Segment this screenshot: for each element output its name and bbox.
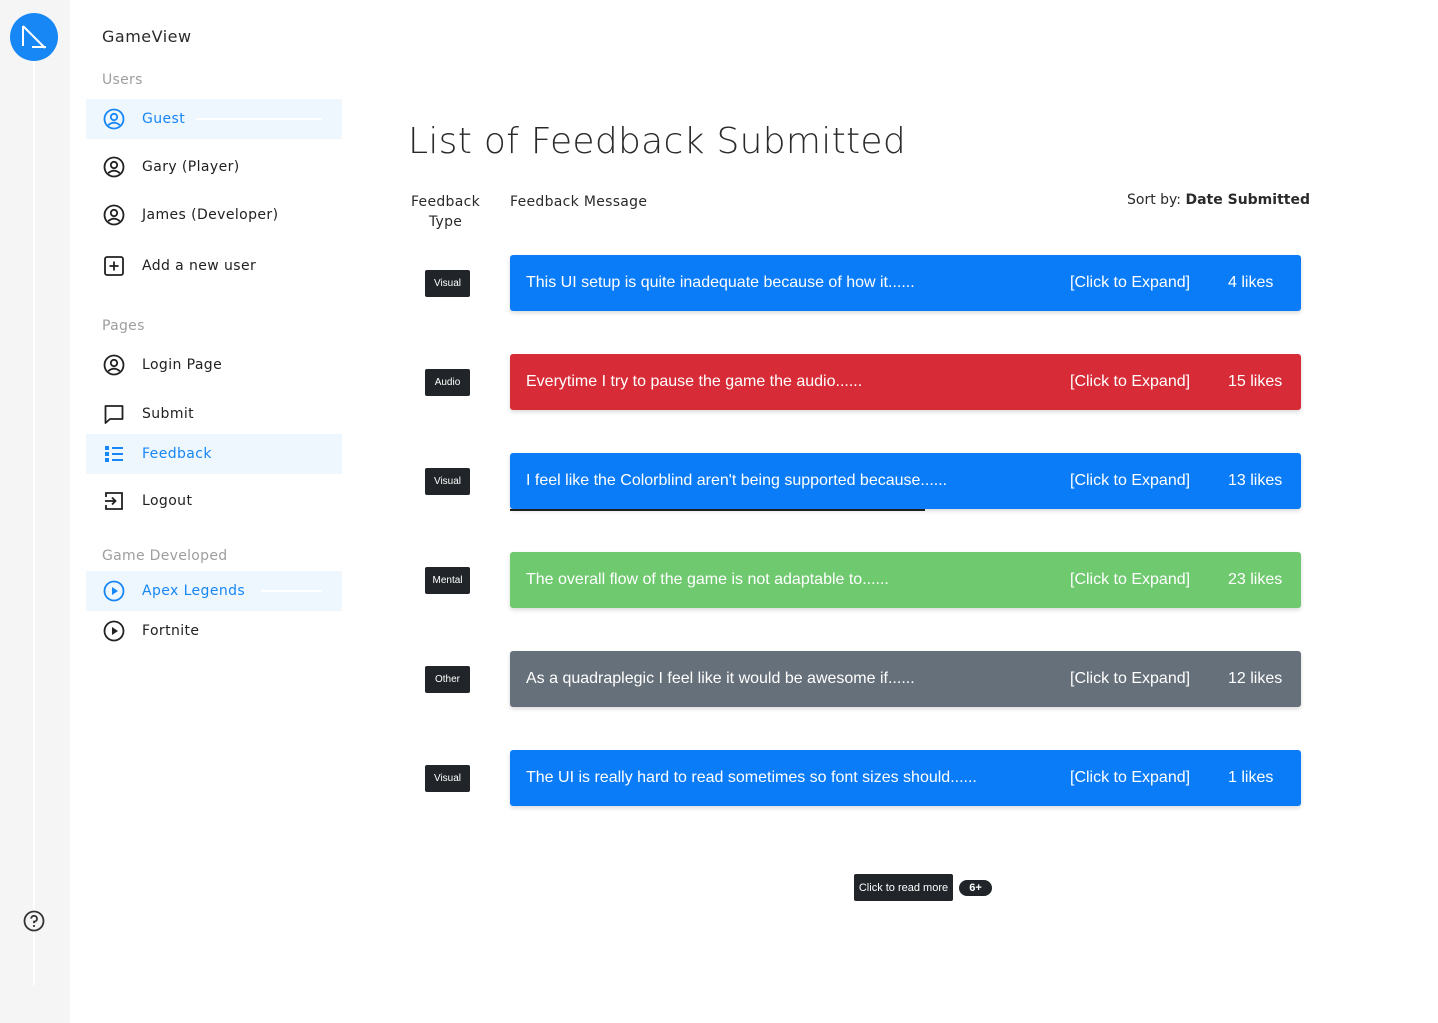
user-circle-icon bbox=[102, 203, 126, 227]
page-title: List of Feedback Submitted bbox=[408, 121, 907, 162]
feedback-card[interactable]: This UI setup is quite inadequate becaus… bbox=[510, 255, 1301, 311]
feedback-message: The overall flow of the game is not adap… bbox=[526, 571, 889, 588]
more-count-badge: 6+ bbox=[959, 880, 992, 896]
feedback-message: I feel like the Colorblind aren't being … bbox=[526, 472, 948, 489]
focus-underline bbox=[510, 509, 925, 511]
feedback-card[interactable]: I feel like the Colorblind aren't being … bbox=[510, 453, 1301, 509]
logout-button[interactable]: Logout bbox=[86, 481, 342, 521]
sidebar-item-gary[interactable]: Gary (Player) bbox=[86, 147, 342, 187]
likes-count: 23 likes bbox=[1228, 571, 1283, 588]
logout-icon bbox=[102, 489, 126, 513]
plus-square-icon bbox=[102, 254, 126, 278]
expand-link[interactable]: [Click to Expand] bbox=[1070, 274, 1190, 292]
expand-link[interactable]: [Click to Expand] bbox=[1070, 373, 1190, 391]
sidebar-item-feedback[interactable]: Feedback bbox=[86, 434, 342, 474]
expand-link[interactable]: [Click to Expand] bbox=[1070, 670, 1190, 688]
feedback-card[interactable]: The overall flow of the game is not adap… bbox=[510, 552, 1301, 608]
likes-count: 15 likes bbox=[1228, 373, 1283, 390]
sort-value: Date Submitted bbox=[1185, 192, 1310, 208]
sidebar-item-label: Login Page bbox=[142, 357, 223, 373]
active-indicator bbox=[196, 118, 322, 120]
sidebar-item-apex-legends[interactable]: Apex Legends bbox=[86, 571, 342, 611]
likes-count: 4 likes bbox=[1228, 274, 1274, 291]
chat-bubble-icon bbox=[102, 402, 126, 426]
feedback-type-badge: Audio bbox=[425, 369, 470, 396]
sidebar-item-label: Guest bbox=[142, 111, 186, 127]
sidebar-item-label: Feedback bbox=[142, 446, 212, 462]
app-rail bbox=[0, 0, 70, 1023]
sidebar-item-label: Fortnite bbox=[142, 623, 200, 639]
expand-link[interactable]: [Click to Expand] bbox=[1070, 769, 1190, 787]
sidebar-item-login[interactable]: Login Page bbox=[86, 345, 342, 385]
play-circle-icon bbox=[102, 579, 126, 603]
sidebar-item-james[interactable]: James (Developer) bbox=[86, 195, 342, 235]
active-indicator bbox=[261, 590, 322, 592]
sidebar: GameView Users Guest Gary (Player) James… bbox=[70, 0, 360, 1023]
expand-link[interactable]: [Click to Expand] bbox=[1070, 472, 1190, 490]
logo-icon[interactable] bbox=[10, 13, 58, 61]
feedback-card[interactable]: Everytime I try to pause the game the au… bbox=[510, 354, 1301, 410]
user-circle-icon bbox=[102, 107, 126, 131]
rail-divider bbox=[33, 60, 35, 985]
play-circle-icon bbox=[102, 619, 126, 643]
feedback-card[interactable]: As a quadraplegic I feel like it would b… bbox=[510, 651, 1301, 707]
likes-count: 12 likes bbox=[1228, 670, 1283, 687]
column-header-message: Feedback Message bbox=[510, 194, 648, 210]
feedback-type-badge: Other bbox=[425, 666, 470, 693]
sidebar-item-guest[interactable]: Guest bbox=[86, 99, 342, 139]
expand-link[interactable]: [Click to Expand] bbox=[1070, 571, 1190, 589]
user-circle-icon bbox=[102, 353, 126, 377]
sidebar-item-label: James (Developer) bbox=[142, 207, 279, 223]
feedback-message: This UI setup is quite inadequate becaus… bbox=[526, 274, 915, 291]
column-header-type: Feedback Type bbox=[410, 194, 481, 230]
feedback-type-badge: Visual bbox=[425, 270, 470, 297]
sidebar-item-fortnite[interactable]: Fortnite bbox=[86, 611, 342, 651]
feedback-type-badge: Mental bbox=[425, 567, 470, 594]
section-label-games: Game Developed bbox=[102, 548, 228, 564]
feedback-type-badge: Visual bbox=[425, 765, 470, 792]
sidebar-item-submit[interactable]: Submit bbox=[86, 394, 342, 434]
read-more-button[interactable]: Click to read more bbox=[854, 874, 953, 901]
list-icon bbox=[102, 442, 126, 466]
sort-control[interactable]: Sort by: Date Submitted bbox=[1127, 192, 1310, 208]
sidebar-item-label: Apex Legends bbox=[142, 583, 246, 599]
section-label-users: Users bbox=[102, 72, 143, 88]
feedback-message: As a quadraplegic I feel like it would b… bbox=[526, 670, 915, 687]
sidebar-item-label: Add a new user bbox=[142, 258, 257, 274]
sidebar-item-label: Submit bbox=[142, 406, 195, 422]
feedback-message: Everytime I try to pause the game the au… bbox=[526, 373, 863, 390]
feedback-card[interactable]: The UI is really hard to read sometimes … bbox=[510, 750, 1301, 806]
sort-label: Sort by: bbox=[1127, 192, 1182, 208]
app-title: GameView bbox=[102, 27, 192, 46]
user-circle-icon bbox=[102, 155, 126, 179]
feedback-message: The UI is really hard to read sometimes … bbox=[526, 769, 977, 786]
likes-count: 13 likes bbox=[1228, 472, 1283, 489]
sidebar-item-label: Gary (Player) bbox=[142, 159, 240, 175]
section-label-pages: Pages bbox=[102, 318, 145, 334]
likes-count: 1 likes bbox=[1228, 769, 1274, 786]
add-user-button[interactable]: Add a new user bbox=[86, 246, 342, 286]
feedback-type-badge: Visual bbox=[425, 468, 470, 495]
sidebar-item-label: Logout bbox=[142, 493, 193, 509]
help-icon[interactable] bbox=[23, 910, 45, 932]
